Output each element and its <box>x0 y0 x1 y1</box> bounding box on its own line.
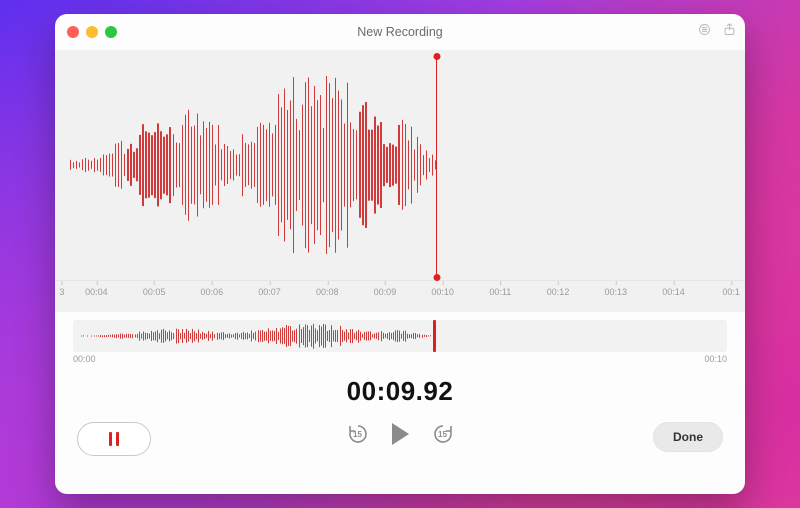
overview-start-label: 00:00 <box>73 354 96 364</box>
playhead[interactable] <box>436 56 438 278</box>
skip-back-label: 15 <box>346 422 370 446</box>
skip-forward-button[interactable]: 15 <box>431 422 455 446</box>
options-icon[interactable] <box>697 22 712 42</box>
controls-row: 15 15 Done <box>55 416 745 494</box>
skip-back-button[interactable]: 15 <box>346 422 370 446</box>
done-button[interactable]: Done <box>653 422 723 452</box>
elapsed-time: 00:09.92 <box>55 366 745 416</box>
overview-end-label: 00:10 <box>704 354 727 364</box>
overview-area: 00:00 00:10 <box>55 312 745 366</box>
pause-icon <box>109 432 120 446</box>
share-icon[interactable] <box>722 22 737 42</box>
skip-forward-label: 15 <box>431 422 455 446</box>
elapsed-time-value: 00:09.92 <box>347 376 454 407</box>
window-title: New Recording <box>55 25 745 39</box>
voice-memos-window: New Recording 300:0400:0500:060 <box>55 14 745 494</box>
titlebar: New Recording <box>55 14 745 50</box>
overview-playhead[interactable] <box>433 320 436 352</box>
overview-waveform[interactable] <box>73 320 727 352</box>
time-ruler: 300:0400:0500:0600:0700:0800:0900:1000:1… <box>55 280 745 312</box>
waveform-area[interactable]: 300:0400:0500:0600:0700:0800:0900:1000:1… <box>55 50 745 312</box>
play-button[interactable] <box>392 423 409 445</box>
desktop-wallpaper: New Recording 300:0400:0500:060 <box>0 0 800 508</box>
pause-button[interactable] <box>77 422 151 456</box>
